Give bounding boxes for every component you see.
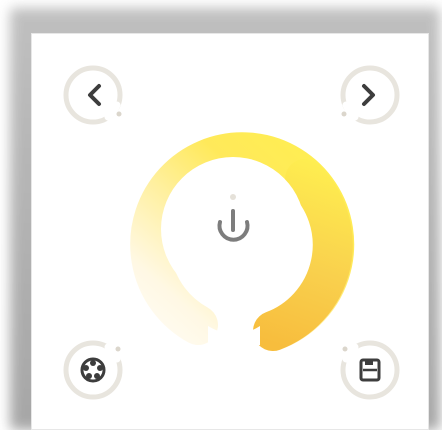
previous-button[interactable] <box>63 65 123 125</box>
power-button[interactable] <box>205 201 261 257</box>
scene-button[interactable] <box>63 340 123 400</box>
scene-button-indicator-dot <box>115 346 121 352</box>
scene-button-hit-area[interactable] <box>63 340 123 400</box>
save-button[interactable] <box>340 340 400 400</box>
save-button-hit-area[interactable] <box>340 340 400 400</box>
touch-panel-stage <box>0 0 442 430</box>
next-button-hit-area[interactable] <box>340 65 400 125</box>
control-layer <box>63 65 400 400</box>
save-button-indicator-dot <box>342 346 348 352</box>
next-button[interactable] <box>340 65 400 125</box>
power-button-hit-area[interactable] <box>205 201 261 257</box>
previous-button-hit-area[interactable] <box>63 65 123 125</box>
